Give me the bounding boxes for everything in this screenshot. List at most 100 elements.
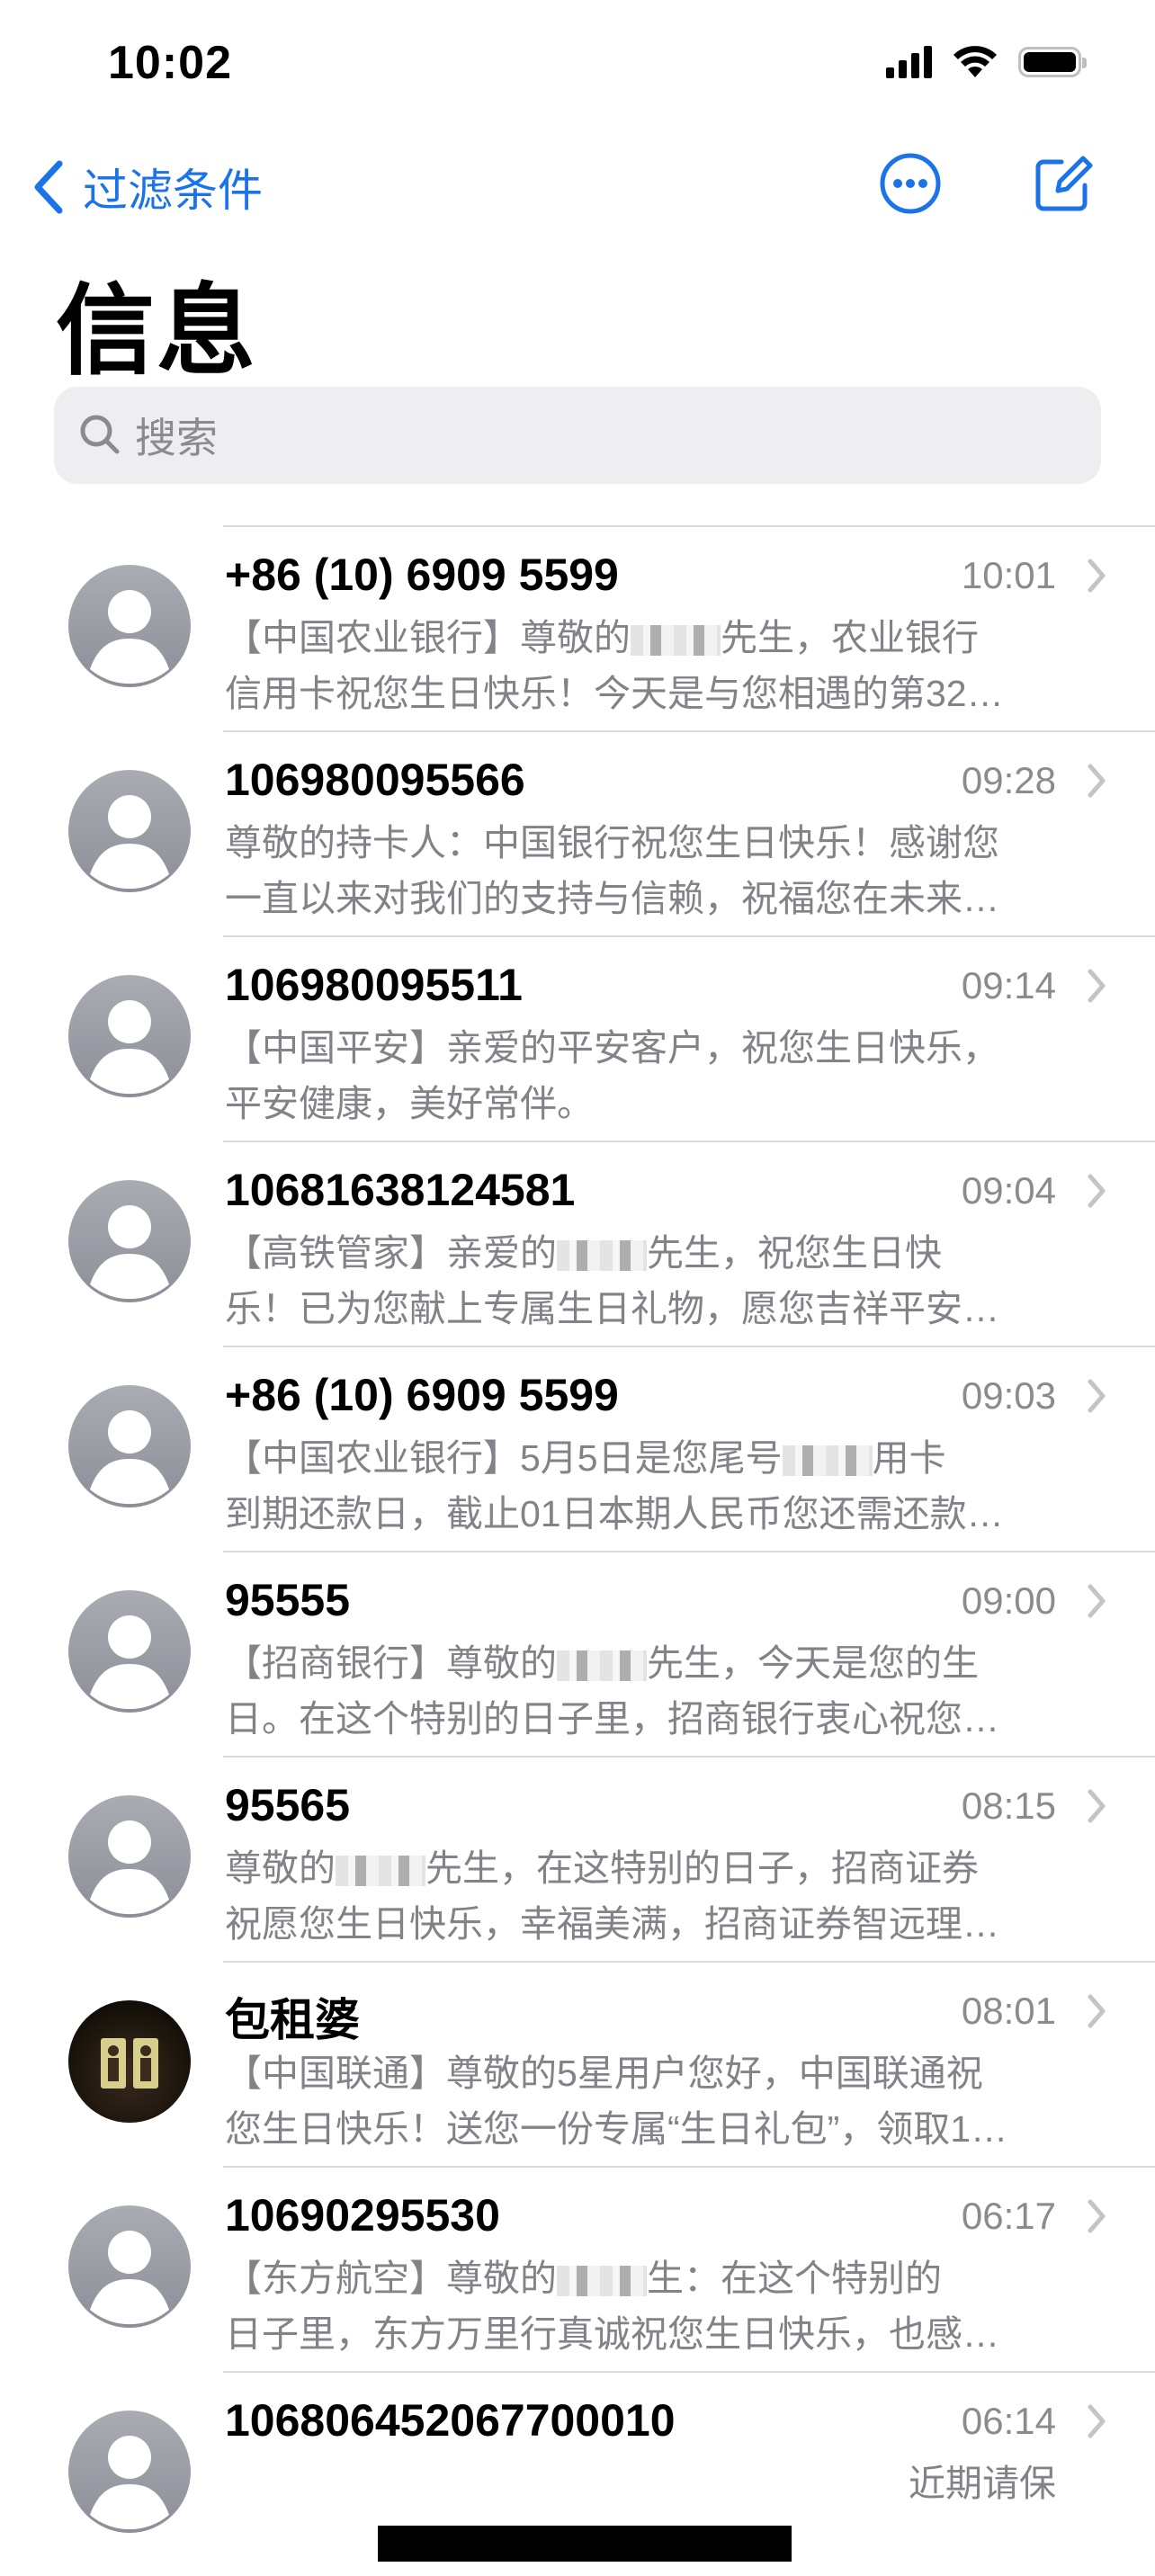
- row-divider: [223, 1140, 1155, 1142]
- person-icon: [68, 1385, 191, 1507]
- contact-name: 包租婆: [225, 1995, 360, 2045]
- status-icons: [886, 45, 1087, 79]
- status-time: 10:02: [108, 37, 232, 89]
- preview-text-a: 【中国农业银行】5月5日是您尾号: [225, 1437, 783, 1479]
- message-time: 09:04: [961, 1169, 1056, 1212]
- message-preview: 【招商银行】尊敬的 先生，今天是您的生 日。在这个特别的日子里，招商银行衷心祝您…: [225, 1635, 1088, 1747]
- redacted-text: [557, 2266, 647, 2297]
- contact-name: 95565: [225, 1780, 351, 1830]
- chevron-right-icon: [1088, 1584, 1106, 1618]
- conversation-row[interactable]: 106980095566 09:28 尊敬的持卡人：中国银行祝您生日快乐！感谢您…: [0, 730, 1155, 935]
- message-preview: 【中国平安】亲爱的平安客户，祝您生日快乐， 平安健康，美好常伴。: [225, 1020, 1088, 1131]
- back-button[interactable]: 过滤条件: [32, 155, 263, 219]
- person-icon: [68, 1795, 191, 1918]
- conversation-row[interactable]: 包租婆 08:01 【中国联通】尊敬的5星用户您好，中国联通祝 您生日快乐！送您…: [0, 1961, 1155, 2166]
- preview-text-a: 尊敬的: [225, 1847, 336, 1889]
- preview-text-b: 生：在这个特别的: [647, 2258, 942, 2299]
- conversation-row[interactable]: 106980095511 09:14 【中国平安】亲爱的平安客户，祝您生日快乐，…: [0, 935, 1155, 1140]
- message-time: 09:28: [961, 759, 1056, 801]
- row-divider: [223, 730, 1155, 732]
- person-icon: [68, 2205, 191, 2328]
- person-icon: [68, 2411, 191, 2533]
- compose-button[interactable]: [1031, 151, 1096, 216]
- preview-line-2: 信用卡祝您生日快乐！今天是与您相遇的第32…: [225, 673, 1004, 714]
- contact-name: +86 (10) 6909 5599: [225, 550, 619, 600]
- message-preview: 【中国联通】尊敬的5星用户您好，中国联通祝 您生日快乐！送您一份专属“生日礼包”…: [225, 2045, 1088, 2157]
- message-time: 09:03: [961, 1374, 1056, 1417]
- message-preview: 【中国农业银行】5月5日是您尾号 用卡 到期还款日，截止01日本期人民币您还需还款…: [225, 1430, 1088, 1542]
- preview-text-b: 先生，农业银行: [721, 617, 979, 658]
- preview-line-2: 乐！已为您献上专属生日礼物，愿您吉祥平安…: [225, 1288, 999, 1329]
- chevron-right-icon: [1088, 969, 1106, 1003]
- message-time: 09:14: [961, 964, 1056, 1006]
- preview-line-1: 【中国平安】亲爱的平安客户，祝您生日快乐，: [225, 1020, 1088, 1076]
- more-options-button[interactable]: [878, 151, 943, 216]
- contact-name: 10690295530: [225, 2190, 500, 2241]
- conversation-row[interactable]: +86 (10) 6909 5599 09:03 【中国农业银行】5月5日是您尾…: [0, 1346, 1155, 1551]
- page-title: 信息: [56, 276, 257, 387]
- redacted-text: [782, 1445, 873, 1477]
- preview-line-1: 【招商银行】尊敬的 先生，今天是您的生: [225, 1635, 1088, 1691]
- wifi-icon: [954, 46, 997, 77]
- preview-text-a: 【中国农业银行】尊敬的: [225, 617, 631, 658]
- row-divider: [223, 525, 1155, 527]
- row-divider: [223, 935, 1155, 937]
- preview-line-1: 近期请保: [225, 2455, 1088, 2511]
- chevron-right-icon: [1088, 2404, 1106, 2438]
- preview-text-b: 先生，今天是您的生: [647, 1642, 979, 1684]
- preview-text-a: 【高铁管家】亲爱的: [225, 1232, 557, 1274]
- chevron-right-icon: [1088, 2199, 1106, 2233]
- contact-name: +86 (10) 6909 5599: [225, 1370, 619, 1420]
- conversation-row[interactable]: 95555 09:00 【招商银行】尊敬的 先生，今天是您的生 日。在这个特别的日…: [0, 1551, 1155, 1756]
- row-divider: [223, 2166, 1155, 2168]
- message-preview: 尊敬的持卡人：中国银行祝您生日快乐！感谢您 一直以来对我们的支持与信赖，祝福您在…: [225, 815, 1088, 926]
- search-placeholder: 搜索: [135, 415, 218, 461]
- redacted-text: [557, 1240, 647, 1272]
- redaction-bar: [378, 2526, 792, 2562]
- chevron-right-icon: [1088, 1174, 1106, 1208]
- back-label: 过滤条件: [83, 165, 263, 216]
- preview-text-a: 【中国联通】尊敬的5星用户您好，中国联通祝: [225, 2053, 983, 2094]
- preview-text-a: 【东方航空】尊敬的: [225, 2258, 557, 2299]
- row-divider: [223, 2371, 1155, 2373]
- chevron-right-icon: [1088, 1994, 1106, 2028]
- preview-line-1: 【东方航空】尊敬的 生：在这个特别的: [225, 2250, 1088, 2306]
- contact-name: 106806452067700010: [225, 2395, 676, 2446]
- contact-name: 106980095566: [225, 755, 525, 805]
- row-divider: [223, 1346, 1155, 1347]
- preview-line-2: 祝愿您生日快乐，幸福美满，招商证券智远理…: [225, 1903, 999, 1945]
- preview-line-2: 您生日快乐！送您一份专属“生日礼包”，领取1…: [225, 2108, 1008, 2150]
- preview-text-a: 【招商银行】尊敬的: [225, 1642, 557, 1684]
- redacted-text: [336, 1856, 425, 1887]
- chevron-right-icon: [1088, 1789, 1106, 1823]
- contact-name: 10681638124581: [225, 1165, 576, 1215]
- conversation-row[interactable]: 95565 08:15 尊敬的 先生，在这特别的日子，招商证券 祝愿您生日快乐，幸…: [0, 1756, 1155, 1961]
- conversation-row[interactable]: 10681638124581 09:04 【高铁管家】亲爱的 先生，祝您生日快 乐…: [0, 1140, 1155, 1346]
- message-preview: 【高铁管家】亲爱的 先生，祝您生日快 乐！已为您献上专属生日礼物，愿您吉祥平安…: [225, 1225, 1088, 1337]
- preview-text-a: 【中国平安】亲爱的平安客户，祝您生日快乐，: [225, 1027, 999, 1069]
- person-icon: [68, 565, 191, 687]
- message-time: 06:17: [961, 2195, 1056, 2237]
- search-field[interactable]: 搜索: [54, 387, 1101, 484]
- preview-text-b: 近期请保: [909, 2463, 1056, 2504]
- compose-icon: [1035, 156, 1093, 211]
- message-preview: 尊敬的 先生，在这特别的日子，招商证券 祝愿您生日快乐，幸福美满，招商证券智远理…: [225, 1840, 1088, 1952]
- message-time: 10:01: [961, 554, 1056, 596]
- person-icon: [68, 1180, 191, 1302]
- conversation-row[interactable]: 106806452067700010 06:14 近期请保: [0, 2371, 1155, 2576]
- cellular-signal-icon: [886, 46, 932, 78]
- message-list: +86 (10) 6909 5599 10:01 【中国农业银行】尊敬的 先生，农…: [0, 525, 1155, 2576]
- photo-avatar: [68, 2000, 191, 2123]
- message-preview: 【东方航空】尊敬的 生：在这个特别的 日子里，东方万里行真诚祝您生日快乐，也感…: [225, 2250, 1088, 2362]
- person-icon: [68, 975, 191, 1097]
- conversation-row[interactable]: 10690295530 06:17 【东方航空】尊敬的 生：在这个特别的 日子里，…: [0, 2166, 1155, 2371]
- row-divider: [223, 1551, 1155, 1552]
- navigation-bar: 过滤条件: [0, 144, 1155, 225]
- preview-line-1: 【中国农业银行】5月5日是您尾号 用卡: [225, 1430, 1088, 1486]
- chevron-right-icon: [1088, 1379, 1106, 1413]
- preview-line-1: 【中国联通】尊敬的5星用户您好，中国联通祝: [225, 2045, 1088, 2101]
- message-time: 06:14: [961, 2400, 1056, 2442]
- preview-line-1: 【中国农业银行】尊敬的 先生，农业银行: [225, 610, 1088, 666]
- conversation-row[interactable]: +86 (10) 6909 5599 10:01 【中国农业银行】尊敬的 先生，农…: [0, 525, 1155, 730]
- preview-text-a: 尊敬的持卡人：中国银行祝您生日快乐！感谢您: [225, 822, 999, 863]
